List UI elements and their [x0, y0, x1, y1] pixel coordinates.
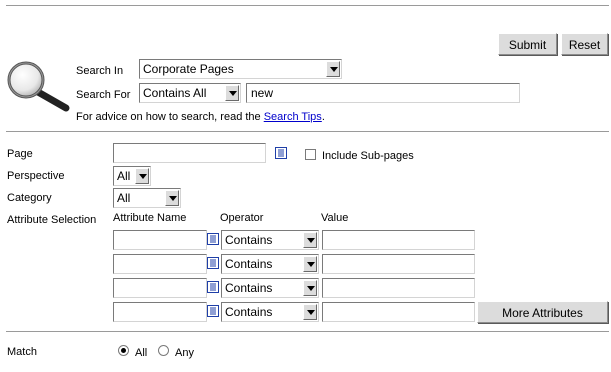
perspective-label: Perspective — [7, 170, 65, 182]
match-any-radio[interactable] — [158, 345, 169, 356]
chevron-down-icon[interactable] — [303, 280, 317, 296]
include-subpages-checkbox[interactable] — [305, 149, 316, 160]
match-all-label: All — [135, 347, 148, 359]
search-advice-end: . — [321, 111, 325, 123]
search-mode-select[interactable]: Contains All — [139, 83, 241, 103]
chevron-down-icon[interactable] — [225, 85, 239, 101]
chevron-down-icon[interactable] — [165, 190, 179, 206]
page-input[interactable] — [113, 143, 266, 163]
attribute-value-input[interactable] — [322, 278, 475, 298]
operator-select[interactable]: Contains — [221, 254, 319, 274]
operator-value: Contains — [225, 281, 273, 295]
search-advice: For advice on how to search, read the Se… — [76, 111, 325, 123]
search-divider — [6, 131, 609, 132]
attribute-name-input[interactable] — [113, 278, 207, 298]
operator-header: Operator — [220, 212, 264, 224]
operator-select[interactable]: Contains — [221, 278, 319, 298]
match-all-radio[interactable] — [118, 345, 129, 356]
reset-button[interactable]: Reset — [561, 33, 608, 55]
chevron-down-icon[interactable] — [326, 61, 340, 77]
chevron-down-icon[interactable] — [303, 232, 317, 248]
attribute-name-input[interactable] — [113, 230, 207, 250]
attributes-divider — [6, 331, 609, 332]
attribute-selection-label: Attribute Selection — [7, 214, 97, 226]
submit-button[interactable]: Submit — [498, 33, 557, 55]
category-select[interactable]: All — [113, 188, 181, 208]
match-label: Match — [7, 346, 37, 358]
attribute-name-input[interactable] — [113, 302, 207, 322]
list-picker-icon[interactable] — [275, 147, 287, 159]
category-label: Category — [7, 192, 52, 204]
operator-value: Contains — [225, 233, 273, 247]
search-mode-value: Contains All — [143, 86, 207, 100]
operator-value: Contains — [225, 305, 273, 319]
list-picker-icon[interactable] — [207, 257, 219, 269]
perspective-select[interactable]: All — [113, 166, 151, 186]
operator-select[interactable]: Contains — [221, 230, 319, 250]
perspective-value: All — [117, 169, 131, 183]
page-label: Page — [7, 148, 33, 160]
attribute-value-input[interactable] — [322, 230, 475, 250]
top-divider — [6, 5, 609, 6]
list-picker-icon[interactable] — [207, 281, 219, 293]
chevron-down-icon[interactable] — [303, 256, 317, 272]
search-in-select[interactable]: Corporate Pages — [139, 59, 342, 79]
attribute-name-input[interactable] — [113, 254, 207, 274]
search-input[interactable]: new — [246, 83, 520, 103]
include-subpages-label: Include Sub-pages — [322, 150, 414, 162]
magnifier-icon — [7, 61, 70, 112]
value-header: Value — [321, 212, 349, 224]
more-attributes-button[interactable]: More Attributes — [477, 301, 608, 323]
search-advice-text: For advice on how to search, read the — [76, 111, 264, 123]
search-for-label: Search For — [76, 89, 131, 101]
attribute-value-input[interactable] — [322, 302, 475, 322]
chevron-down-icon[interactable] — [303, 304, 317, 320]
category-value: All — [117, 191, 131, 205]
search-in-label: Search In — [76, 65, 124, 77]
attribute-value-input[interactable] — [322, 254, 475, 274]
search-tips-link[interactable]: Search Tips — [264, 111, 322, 123]
list-picker-icon[interactable] — [207, 305, 219, 317]
operator-select[interactable]: Contains — [221, 302, 319, 322]
chevron-down-icon[interactable] — [135, 168, 149, 184]
operator-value: Contains — [225, 257, 273, 271]
match-any-label: Any — [175, 347, 194, 359]
attribute-name-header: Attribute Name — [113, 212, 187, 224]
search-in-value: Corporate Pages — [143, 62, 234, 76]
list-picker-icon[interactable] — [207, 233, 219, 245]
